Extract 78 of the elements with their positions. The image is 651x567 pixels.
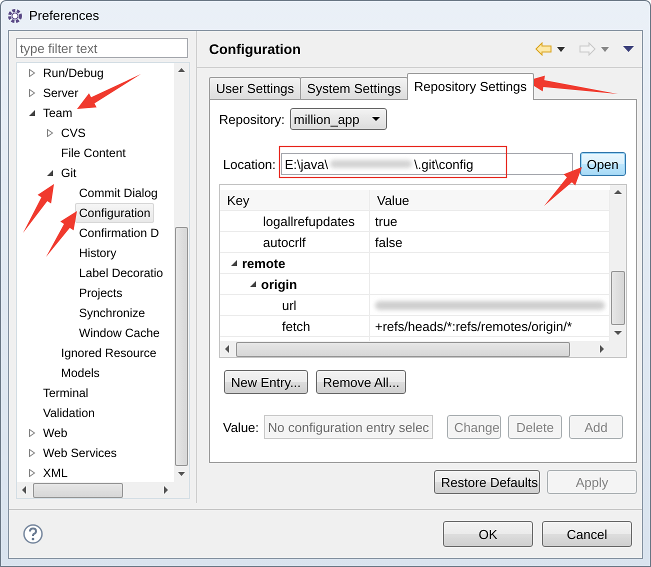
help-icon[interactable] [23,524,43,544]
tab[interactable]: User Settings [209,77,302,99]
table-cell: fetch [282,318,310,334]
annotation-arrow [46,211,77,257]
tree-item[interactable]: XML [39,463,72,483]
window-title: Preferences [29,8,100,23]
repository-dropdown[interactable]: million_app [290,108,387,130]
tree-item[interactable]: Server [39,83,82,103]
tree-item[interactable]: File Content [57,143,130,163]
scroll-arrow-icon[interactable] [225,345,229,353]
gear-icon [7,8,23,24]
expander-icon[interactable] [249,280,257,288]
scrollbar-thumb[interactable] [236,342,570,356]
location-label: Location: [223,156,276,172]
tree-item[interactable]: Terminal [39,383,92,403]
new-entry-button[interactable]: New Entry... [224,370,308,394]
location-field[interactable]: E:\java\ \.git\config [280,153,573,175]
ok-button[interactable]: OK [443,521,533,547]
restore-defaults-button[interactable]: Restore Defaults [434,470,540,494]
tree-item[interactable]: Git [57,163,80,183]
scrollbar-thumb[interactable] [611,271,625,325]
expander-icon[interactable] [28,109,36,117]
table-cell: true [375,214,398,228]
table-cell: logallrefupdates [263,214,355,228]
annotation-arrow [544,167,582,206]
expander-icon[interactable] [230,259,238,267]
scroll-arrow-icon[interactable] [164,486,168,494]
tree-item[interactable]: Validation [39,403,99,423]
horizontal-scrollbar[interactable] [220,341,610,357]
expander-icon[interactable] [46,169,54,177]
tree-item[interactable]: Confirmation D [75,223,164,243]
annotation-arrow [23,184,54,233]
tree-item[interactable]: Web [39,423,72,443]
table-cell: url [282,298,296,312]
tree-item[interactable]: Commit Dialog [75,183,162,203]
vertical-scrollbar[interactable] [610,185,626,357]
scrollbar-thumb[interactable] [33,482,123,498]
scroll-arrow-icon[interactable] [600,345,604,353]
scroll-arrow-icon[interactable] [178,68,185,72]
caret-icon [601,46,609,52]
tree-item[interactable]: Web Services [39,443,121,463]
scroll-arrow-icon[interactable] [178,472,185,476]
column-header[interactable]: Key [220,190,370,210]
vertical-scrollbar[interactable] [174,63,189,498]
horizontal-scrollbar[interactable] [17,482,174,498]
caret-icon [372,117,380,121]
table-cell: remote [242,256,286,270]
menu-icon[interactable] [623,46,634,52]
tree-item[interactable]: History [75,243,120,263]
scroll-arrow-icon[interactable] [614,331,622,335]
table-cell: false [375,234,402,250]
table-cell: +refs/heads/*:refs/remotes/origin/* [375,318,572,334]
tree-item[interactable]: Run/Debug [39,63,108,83]
tree-item[interactable]: Models [57,363,104,383]
scroll-arrow-icon[interactable] [22,486,26,494]
scroll-arrow-icon[interactable] [614,190,622,194]
scrollbar-thumb[interactable] [175,227,188,466]
tree-item[interactable]: Label Decoratio [75,263,168,283]
repository-label: Repository: [219,112,285,126]
page-title: Configuration [209,41,302,57]
filter-field[interactable]: type filter text [16,38,188,58]
tree-item[interactable]: Configuration [75,203,154,223]
remove-all-button[interactable]: Remove All... [316,370,406,394]
open-button[interactable]: Open [580,152,626,176]
cancel-button[interactable]: Cancel [542,521,632,547]
tree-item[interactable]: Team [39,103,76,123]
tree-item[interactable]: Projects [75,283,126,303]
table-cell: autocrlf [263,234,306,250]
caret-icon [557,46,565,52]
tree-item[interactable]: CVS [57,123,90,143]
tab[interactable]: Repository Settings [406,73,534,100]
table-cell: origin [261,276,298,292]
tree-item[interactable]: Window Cache [75,323,164,343]
value-label: Value: [223,420,259,434]
tree-item[interactable]: Ignored Resource [57,343,160,363]
tab[interactable]: System Settings [300,77,408,99]
back-arrow-icon[interactable] [535,42,552,56]
tree-item[interactable]: Synchronize [75,303,150,323]
